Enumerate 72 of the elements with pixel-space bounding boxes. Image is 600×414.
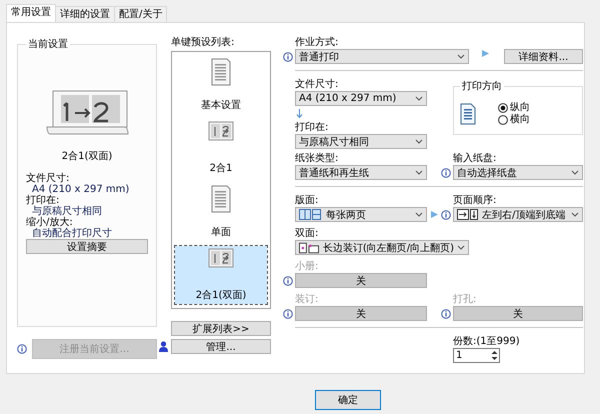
setting-value: 自动配合打印尺寸 xyxy=(31,228,113,239)
duplex-icon xyxy=(299,242,320,254)
info-icon xyxy=(283,276,293,286)
spin-arrows-icon[interactable] xyxy=(490,349,499,362)
expand-list-button[interactable]: 扩展列表>> xyxy=(171,321,271,336)
copies-spinner[interactable]: 1 xyxy=(453,348,500,363)
chevron-icon xyxy=(415,212,423,217)
chevron-icon xyxy=(457,245,465,250)
field-label: 双面: xyxy=(295,228,320,240)
preview-caption: 2合1(双面) xyxy=(60,150,114,163)
field-label: 页面顺序: xyxy=(453,195,498,207)
preset-item[interactable]: 2合1(双面) xyxy=(175,246,267,304)
field-label: 输入纸盘: xyxy=(453,153,498,165)
chevron-icon xyxy=(415,139,423,144)
dropdown[interactable]: 自动选择纸盘 xyxy=(453,165,583,180)
dropdown[interactable]: 长边装订(向左翻页/向上翻页) xyxy=(295,240,469,255)
field-label: 份数:(1至999) xyxy=(453,336,521,348)
setting-label: 打印在: xyxy=(26,195,60,206)
setting-label: 文件尺寸: xyxy=(26,173,70,184)
group-title: 打印方向 xyxy=(461,80,503,93)
dropdown[interactable]: 普通打印 xyxy=(295,49,469,64)
info-icon xyxy=(441,168,451,178)
dropdown[interactable]: A4 (210 x 297 mm) xyxy=(295,91,427,106)
chevron-icon xyxy=(571,170,579,175)
two-in-one-icon xyxy=(208,121,234,142)
field-label: 作业方式: xyxy=(295,37,340,49)
preset-item[interactable]: 2合1 xyxy=(175,119,267,178)
chevron-icon xyxy=(457,54,465,59)
tab[interactable]: 配置/关于 xyxy=(114,6,168,22)
two-in-one-icon xyxy=(208,248,234,268)
setting-value: 与原稿尺寸相同 xyxy=(32,206,103,217)
details-button[interactable]: 详细资料... xyxy=(504,49,583,64)
field-label: 版面: xyxy=(295,195,320,207)
document-icon xyxy=(211,58,231,86)
radio-button[interactable] xyxy=(498,114,508,124)
document-icon xyxy=(211,184,231,213)
radio-label: 纵向 xyxy=(510,102,530,114)
manage-button[interactable]: 管理... xyxy=(171,339,271,354)
field-label: 打印在: xyxy=(295,122,330,134)
user-icon xyxy=(159,341,168,352)
chevron-icon xyxy=(415,170,423,175)
chevron-icon xyxy=(415,96,423,101)
field-label: 打孔: xyxy=(453,294,478,306)
info-icon xyxy=(441,308,451,318)
page-order-icon xyxy=(457,209,479,220)
portrait-page-icon xyxy=(460,102,476,124)
list-title: 单键预设列表: xyxy=(171,37,236,49)
field-label: 纸张类型: xyxy=(295,153,340,165)
group-title: 当前设置 xyxy=(27,38,69,51)
dropdown[interactable]: 左到右/顶端到底端 xyxy=(453,207,583,222)
field-label: 装订: xyxy=(295,294,320,306)
radio-button[interactable] xyxy=(498,102,508,112)
field-label: 小册: xyxy=(295,261,320,273)
radio-label: 横向 xyxy=(510,114,530,126)
setting-value: A4 (210 x 297 mm) xyxy=(32,184,130,195)
info-icon xyxy=(441,210,451,220)
field-label: 文件尺寸: xyxy=(295,79,340,91)
dropdown[interactable]: 与原稿尺寸相同 xyxy=(295,134,427,149)
layout-icon xyxy=(299,209,323,220)
ok-button[interactable]: 确定 xyxy=(315,390,381,410)
chevron-icon xyxy=(571,212,579,217)
summary-button[interactable]: 设置摘要 xyxy=(26,239,148,254)
preset-item[interactable]: 单面 xyxy=(175,182,267,241)
dropdown[interactable]: 每张两页 xyxy=(295,207,427,222)
dropdown[interactable]: 普通纸和再生纸 xyxy=(295,165,427,180)
tab[interactable]: 常用设置 xyxy=(6,4,56,22)
info-icon xyxy=(283,308,293,318)
setting-label: 缩小/放大: xyxy=(26,217,73,228)
down-arrow-icon xyxy=(296,109,303,119)
preset-item[interactable]: 基本设置 xyxy=(175,56,267,114)
info-icon xyxy=(17,344,27,354)
info-icon xyxy=(283,52,293,62)
